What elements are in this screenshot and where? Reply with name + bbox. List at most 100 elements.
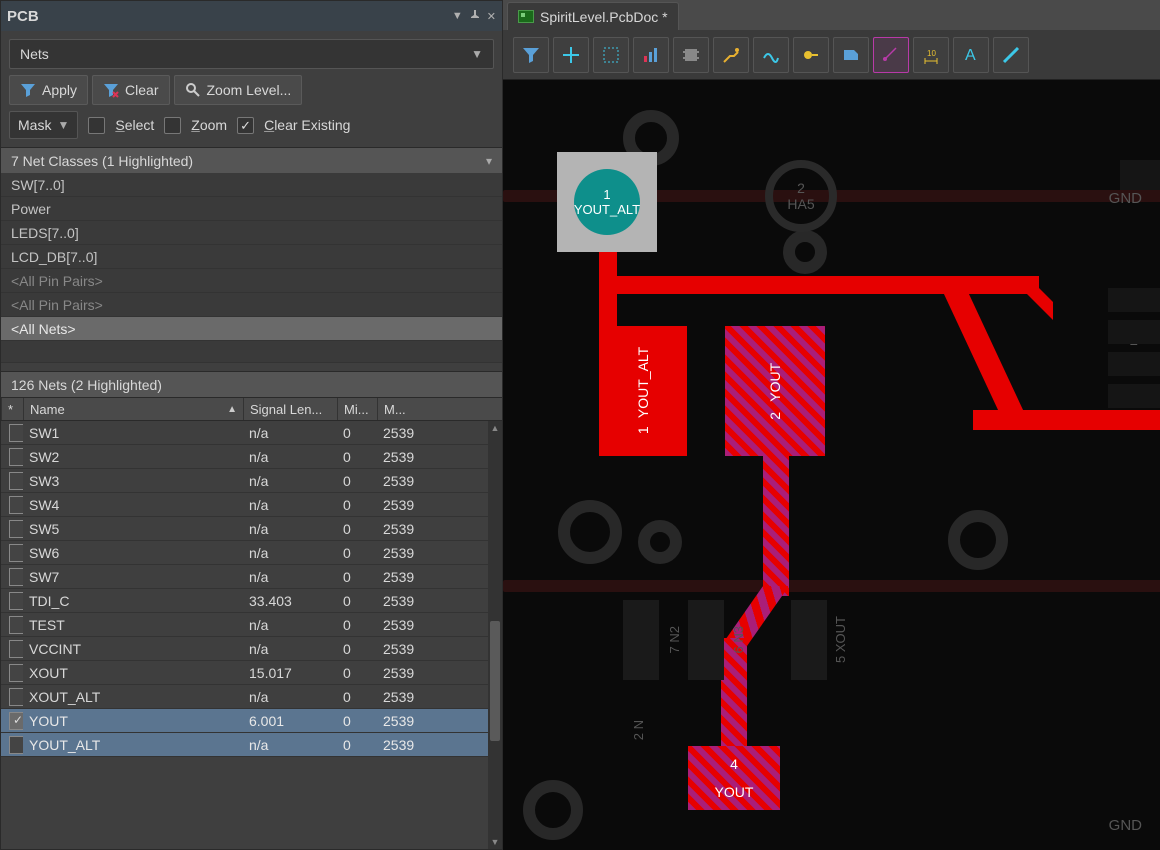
- net-row[interactable]: SW4n/a02539: [1, 493, 502, 517]
- close-icon[interactable]: ✕: [487, 10, 496, 23]
- via-tool[interactable]: [793, 37, 829, 73]
- pad-yout-alt-red: 1 YOUT_ALT: [599, 326, 687, 456]
- col-min[interactable]: Mi...: [337, 398, 377, 420]
- apply-button[interactable]: Apply: [9, 75, 88, 105]
- select-checkbox[interactable]: [88, 117, 105, 134]
- net-swatch[interactable]: [9, 616, 23, 634]
- pad-dim: [1108, 288, 1160, 312]
- document-tabs: SpiritLevel.PcbDoc *: [503, 0, 1160, 30]
- net-swatch[interactable]: [9, 592, 23, 610]
- net-row[interactable]: SW2n/a02539: [1, 445, 502, 469]
- net-swatch[interactable]: [9, 544, 23, 562]
- document-tab[interactable]: SpiritLevel.PcbDoc *: [507, 2, 679, 30]
- document-tab-label: SpiritLevel.PcbDoc *: [540, 9, 668, 25]
- col-max[interactable]: M...: [377, 398, 502, 420]
- filter-tool[interactable]: [513, 37, 549, 73]
- panel-title: PCB: [7, 8, 446, 25]
- route-diff-tool[interactable]: [753, 37, 789, 73]
- net-swatch[interactable]: [9, 736, 23, 754]
- net-class-item[interactable]: LEDS[7..0]: [1, 221, 502, 245]
- clear-button[interactable]: Clear: [92, 75, 169, 105]
- pcb-toolbar: 10 A: [503, 30, 1160, 80]
- net-row[interactable]: TESTn/a02539: [1, 613, 502, 637]
- net-swatch[interactable]: [9, 568, 23, 586]
- via: [783, 230, 827, 274]
- chevron-down-icon: ▼: [471, 47, 483, 61]
- svg-text:10: 10: [927, 49, 936, 58]
- pad-dim: [1108, 352, 1160, 376]
- net-row[interactable]: SW1n/a02539: [1, 421, 502, 445]
- scrollbar[interactable]: ▲ ▼: [488, 421, 502, 849]
- zoom-label: Zoom: [191, 117, 227, 133]
- net-class-item[interactable]: <All Pin Pairs>: [1, 269, 502, 293]
- route-tool[interactable]: [713, 37, 749, 73]
- net-row[interactable]: SW5n/a02539: [1, 517, 502, 541]
- line-tool[interactable]: [993, 37, 1029, 73]
- dimension-tool[interactable]: [873, 37, 909, 73]
- chevron-down-icon: ▼: [57, 118, 69, 132]
- trace: [503, 580, 1160, 592]
- select-label: Select: [115, 117, 154, 133]
- net-class-item[interactable]: SW[7..0]: [1, 173, 502, 197]
- net-row[interactable]: SW3n/a02539: [1, 469, 502, 493]
- measure-tool[interactable]: 10: [913, 37, 949, 73]
- net-row[interactable]: YOUT_ALTn/a02539: [1, 733, 502, 757]
- designator: 6 N3: [731, 626, 746, 653]
- net-class-item[interactable]: <All Nets>: [1, 317, 502, 341]
- track-yout: [721, 638, 747, 748]
- net-row[interactable]: TDI_C33.40302539: [1, 589, 502, 613]
- zoom-checkbox[interactable]: [164, 117, 181, 134]
- net-row[interactable]: VCCINTn/a02539: [1, 637, 502, 661]
- text-tool[interactable]: A: [953, 37, 989, 73]
- net-classes-header[interactable]: 7 Net Classes (1 Highlighted) ▾: [1, 147, 502, 173]
- via: [523, 780, 583, 840]
- align-tool[interactable]: [633, 37, 669, 73]
- component-tool[interactable]: [673, 37, 709, 73]
- nets-header[interactable]: 126 Nets (2 Highlighted): [1, 371, 502, 397]
- net-swatch[interactable]: [9, 640, 23, 658]
- net-class-item: [1, 341, 502, 363]
- scroll-down-icon[interactable]: ▼: [488, 835, 502, 849]
- net-swatch[interactable]: [9, 688, 23, 706]
- net-swatch[interactable]: [9, 424, 23, 442]
- nets-columns: * Name▲ Signal Len... Mi... M...: [1, 397, 502, 421]
- pin-icon[interactable]: [469, 9, 481, 24]
- net-swatch[interactable]: ✓: [9, 712, 23, 730]
- net-swatch[interactable]: [9, 664, 23, 682]
- filter-dropdown[interactable]: Nets ▼: [9, 39, 494, 69]
- chevron-down-icon: ▾: [486, 154, 492, 168]
- move-tool[interactable]: [553, 37, 589, 73]
- zoom-level-button[interactable]: Zoom Level...: [174, 75, 303, 105]
- net-swatch[interactable]: [9, 496, 23, 514]
- funnel-icon: [20, 82, 36, 98]
- net-row[interactable]: ✓YOUT6.00102539: [1, 709, 502, 733]
- panel-title-bar[interactable]: PCB ▼ ✕: [1, 1, 502, 31]
- pad-dim: [623, 600, 659, 680]
- net-swatch[interactable]: [9, 448, 23, 466]
- net-swatch[interactable]: [9, 520, 23, 538]
- net-row[interactable]: XOUT_ALTn/a02539: [1, 685, 502, 709]
- scroll-up-icon[interactable]: ▲: [488, 421, 502, 435]
- dropdown-icon[interactable]: ▼: [452, 10, 463, 22]
- net-row[interactable]: XOUT15.01702539: [1, 661, 502, 685]
- pcb-canvas[interactable]: GND GND 2 SWS 2 HA5 1 YOUT_ALT: [503, 80, 1160, 850]
- polygon-tool[interactable]: [833, 37, 869, 73]
- col-signal[interactable]: Signal Len...: [243, 398, 337, 420]
- col-star[interactable]: *: [1, 398, 23, 420]
- col-name[interactable]: Name▲: [23, 398, 243, 420]
- net-swatch[interactable]: [9, 472, 23, 490]
- net-class-item[interactable]: <All Pin Pairs>: [1, 293, 502, 317]
- net-row[interactable]: SW7n/a02539: [1, 565, 502, 589]
- nets-table-body: ▲ ▼ SW1n/a02539SW2n/a02539SW3n/a02539SW4…: [1, 421, 502, 849]
- net-class-item[interactable]: Power: [1, 197, 502, 221]
- net-class-item[interactable]: LCD_DB[7..0]: [1, 245, 502, 269]
- via: [948, 510, 1008, 570]
- net-row[interactable]: SW6n/a02539: [1, 541, 502, 565]
- pcb-panel: PCB ▼ ✕ Nets ▼ Apply Clear Zoom Leve: [0, 0, 503, 850]
- select-rect-tool[interactable]: [593, 37, 629, 73]
- clear-existing-checkbox[interactable]: [237, 117, 254, 134]
- scroll-thumb[interactable]: [490, 621, 500, 741]
- pad-dim: [1108, 384, 1160, 408]
- mask-dropdown[interactable]: Mask ▼: [9, 111, 78, 139]
- clear-existing-label: Clear Existing: [264, 117, 350, 133]
